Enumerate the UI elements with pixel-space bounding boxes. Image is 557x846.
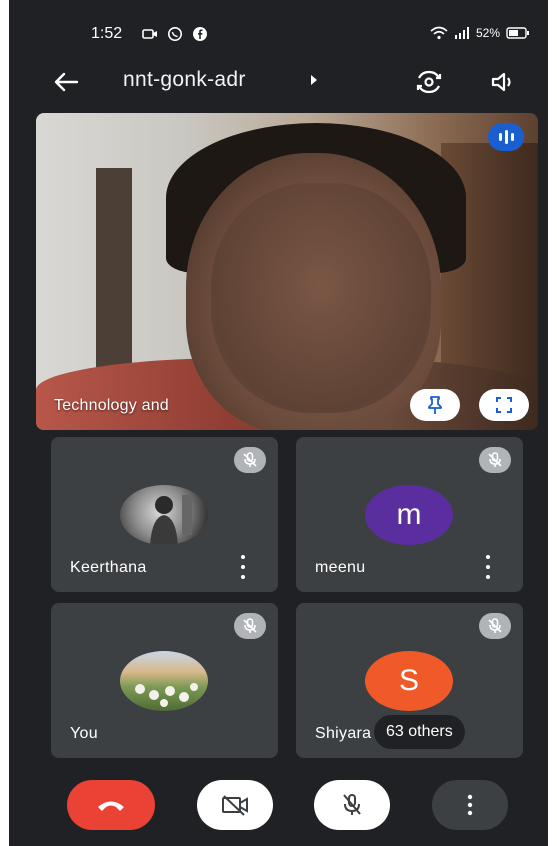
top-app-bar: nnt-gonk-adr [9, 66, 548, 106]
more-options-button[interactable] [432, 780, 508, 830]
participant-menu-button[interactable] [238, 555, 248, 579]
back-button[interactable] [50, 66, 82, 98]
participant-tile[interactable]: m meenu [296, 437, 523, 592]
speaker-button[interactable] [487, 66, 519, 98]
pin-icon [428, 396, 442, 414]
participant-name: meenu [315, 559, 366, 576]
mic-off-icon [343, 794, 361, 815]
hang-up-icon [98, 801, 124, 811]
notification-icons [142, 26, 208, 42]
participant-avatar: S [365, 651, 453, 711]
fullscreen-button[interactable] [479, 389, 529, 421]
participant-tile[interactable]: You [51, 603, 278, 758]
mic-muted-icon [479, 613, 511, 639]
more-vert-icon [467, 794, 473, 816]
wifi-icon [430, 26, 448, 40]
others-count-badge[interactable]: 63 others [374, 715, 465, 749]
avatar-photo [135, 683, 198, 707]
battery-icon [506, 27, 529, 39]
video-person-face [211, 183, 431, 413]
meet-screen: 1:52 52% nnt-gonk-adr Technology and Kee… [9, 0, 548, 846]
avatar-photo [150, 495, 192, 545]
participant-tile[interactable]: S Shiyara 63 others [296, 603, 523, 758]
mic-muted-icon [234, 613, 266, 639]
mic-toggle-button[interactable] [314, 780, 390, 830]
main-video-tile[interactable]: Technology and [36, 113, 538, 430]
participant-avatar [120, 485, 208, 545]
caret-right-icon[interactable] [309, 74, 319, 86]
meeting-code[interactable]: nnt-gonk-adr [123, 68, 246, 92]
speaking-indicator-icon [488, 123, 524, 151]
participant-avatar: m [365, 485, 453, 545]
participant-tile[interactable]: Keerthana [51, 437, 278, 592]
participant-menu-button[interactable] [483, 555, 493, 579]
switch-camera-icon [416, 70, 442, 94]
switch-camera-button[interactable] [412, 66, 446, 98]
end-call-button[interactable] [67, 780, 155, 830]
pin-button[interactable] [410, 389, 460, 421]
arrow-left-icon [54, 72, 79, 92]
whatsapp-icon [168, 27, 182, 41]
camera-toggle-button[interactable] [197, 780, 273, 830]
fullscreen-icon [496, 397, 512, 413]
status-time: 1:52 [91, 25, 123, 42]
participant-avatar [120, 651, 208, 711]
battery-percent: 52% [475, 26, 500, 40]
presenter-name: Technology and [54, 397, 169, 414]
speaker-icon [491, 72, 511, 92]
mic-muted-icon [479, 447, 511, 473]
mic-muted-icon [234, 447, 266, 473]
participant-name: Keerthana [70, 559, 147, 576]
system-icons: 52% [430, 26, 530, 40]
participant-name: You [70, 725, 98, 742]
status-bar: 1:52 52% [9, 0, 548, 66]
video-notification-icon [142, 29, 157, 39]
participant-name: Shiyara [315, 725, 372, 742]
signal-icon [454, 27, 469, 39]
facebook-icon [193, 27, 207, 41]
camera-off-icon [222, 795, 248, 816]
call-controls [9, 762, 548, 846]
